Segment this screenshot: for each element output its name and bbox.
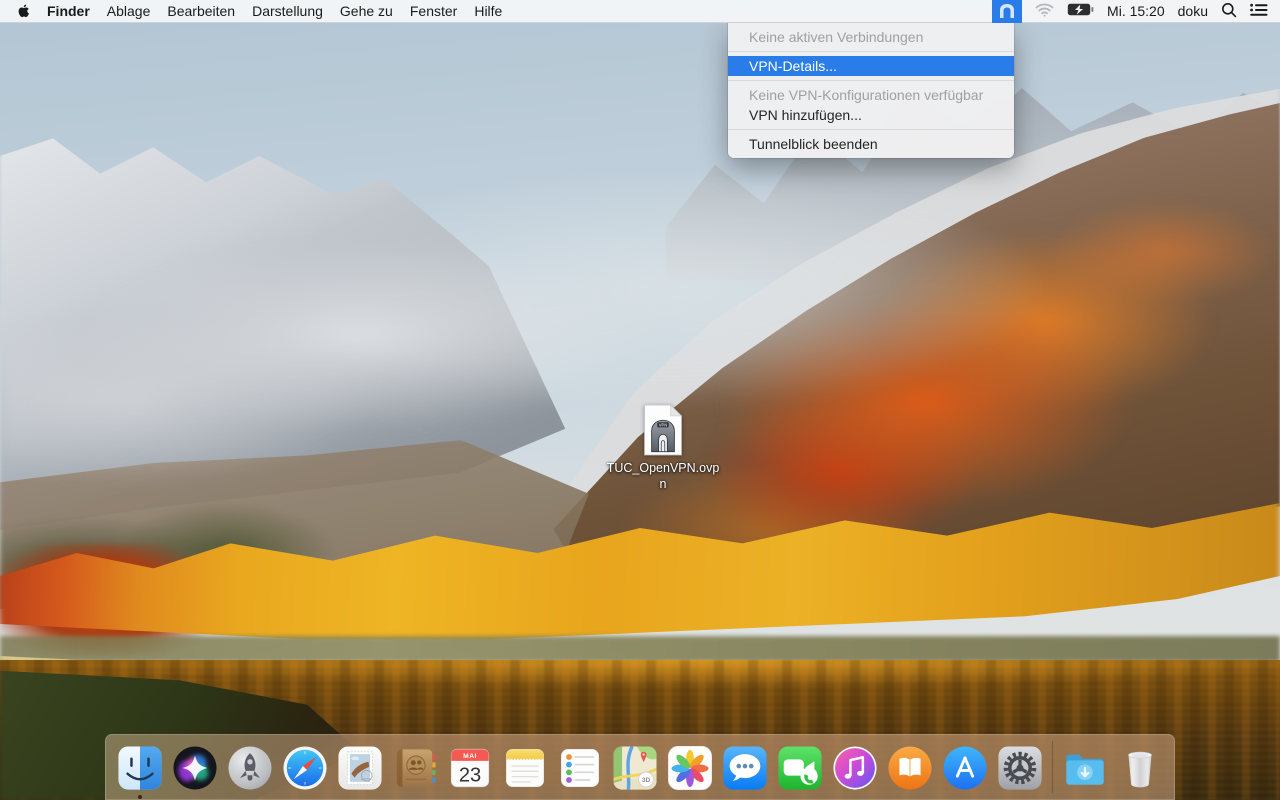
menu-hilfe[interactable]: Hilfe <box>474 3 502 19</box>
desktop-file-tuc-openvpn[interactable]: VPN TUC_OpenVPN.ovp n <box>603 404 723 492</box>
dock-item-messages[interactable] <box>722 745 768 791</box>
trash-icon <box>1128 751 1152 787</box>
finder-running-indicator <box>138 794 142 799</box>
menu-item-no-active-connections: Keine aktiven Verbindungen <box>749 29 924 45</box>
wallpaper-high-sierra <box>0 0 1280 800</box>
menu-separator <box>728 51 1014 52</box>
finder-icon <box>118 745 162 790</box>
dock-item-contacts[interactable] <box>392 745 438 791</box>
ibooks-icon <box>888 745 932 790</box>
dock-item-trash[interactable] <box>1117 745 1163 791</box>
dock-item-finder[interactable] <box>117 745 163 799</box>
battery-menu-extra[interactable] <box>1067 3 1094 19</box>
reminders-icon <box>561 748 599 787</box>
dock-separator <box>1052 741 1053 793</box>
mail-icon <box>338 745 382 790</box>
photos-icon <box>668 745 712 790</box>
menu-bar-user[interactable]: doku <box>1178 3 1208 19</box>
dock-item-app-store[interactable] <box>942 745 988 791</box>
menu-bar-left: Finder Ablage Bearbeiten Darstellung Geh… <box>0 3 502 19</box>
notification-center-menu-extra[interactable] <box>1250 3 1268 20</box>
tunnelblick-menu: Keine aktiven Verbindungen VPN-Details..… <box>728 23 1014 158</box>
contacts-icon <box>396 748 436 787</box>
dock-item-photos[interactable] <box>667 745 713 791</box>
dock-item-notes[interactable] <box>502 745 548 791</box>
dock-item-system-preferences[interactable] <box>997 745 1043 791</box>
dock-item-itunes[interactable] <box>832 745 878 791</box>
menu-item-vpn-details[interactable]: VPN-Details... <box>728 56 1014 76</box>
desktop-screen: VPN TUC_OpenVPN.ovp n Finder Ablage Bear… <box>0 0 1280 800</box>
spotlight-search-icon <box>1222 2 1237 17</box>
dock-item-launchpad[interactable] <box>227 745 273 791</box>
dock-item-safari[interactable] <box>282 745 328 791</box>
menu-finder[interactable]: Finder <box>47 3 90 19</box>
spotlight-menu-extra[interactable] <box>1221 2 1237 21</box>
menu-gehe-zu[interactable]: Gehe zu <box>340 3 393 19</box>
tunnelblick-menu-extra[interactable] <box>992 0 1023 23</box>
menu-item-no-vpn-configurations: Keine VPN-Konfigurationen verfügbar <box>749 87 984 103</box>
dock-item-facetime[interactable] <box>777 745 823 791</box>
ovpn-file-icon: VPN <box>644 404 683 456</box>
calendar-icon: MAI 23 <box>450 748 490 787</box>
dock-item-mail[interactable] <box>337 745 383 791</box>
messages-icon <box>723 745 767 790</box>
menu-ablage[interactable]: Ablage <box>107 3 151 19</box>
maps-icon: 3D <box>613 745 657 790</box>
calendar-month-text: MAI <box>463 752 477 759</box>
menu-bar: Finder Ablage Bearbeiten Darstellung Geh… <box>0 0 1280 23</box>
menu-bearbeiten[interactable]: Bearbeiten <box>167 3 235 19</box>
notification-center-icon <box>1250 3 1268 16</box>
system-preferences-icon <box>998 745 1042 790</box>
wifi-icon <box>1035 3 1054 17</box>
facetime-icon <box>778 745 822 790</box>
vpn-badge-text: VPN <box>659 422 667 427</box>
menu-fenster[interactable]: Fenster <box>410 3 457 19</box>
safari-icon <box>283 745 327 790</box>
menu-separator <box>728 129 1014 130</box>
dock-item-reminders[interactable] <box>557 745 603 791</box>
menu-item-add-vpn[interactable]: VPN hinzufügen... <box>728 105 1014 125</box>
menu-separator <box>728 80 1014 81</box>
wifi-menu-extra[interactable] <box>1035 3 1054 20</box>
launchpad-icon <box>228 745 272 790</box>
app-store-icon <box>943 745 987 790</box>
tunnelblick-vpn-icon <box>1000 4 1015 18</box>
calendar-day-text: 23 <box>459 764 481 786</box>
dock-item-siri[interactable] <box>172 745 218 791</box>
desktop-file-label: TUC_OpenVPN.ovp n <box>606 461 720 491</box>
menu-item-quit-tunnelblick[interactable]: Tunnelblick beenden <box>728 134 1014 154</box>
dock: MAI 23 3D <box>105 734 1175 800</box>
battery-charging-icon <box>1067 3 1094 16</box>
menu-darstellung[interactable]: Darstellung <box>252 3 323 19</box>
menu-bar-clock[interactable]: Mi. 15:20 <box>1107 3 1165 19</box>
dock-item-downloads-folder[interactable] <box>1062 745 1108 791</box>
dock-item-calendar[interactable]: MAI 23 <box>447 745 493 791</box>
dock-item-maps[interactable]: 3D <box>612 745 658 791</box>
downloads-folder-icon <box>1066 754 1104 785</box>
maps-3d-badge: 3D <box>642 776 651 783</box>
notes-icon <box>506 748 544 787</box>
siri-icon <box>173 745 217 790</box>
menu-bar-status: Mi. 15:20 doku <box>992 0 1280 23</box>
apple-menu[interactable] <box>16 3 30 19</box>
wallpaper-shrubs <box>0 636 1280 662</box>
apple-logo-icon <box>18 4 29 18</box>
itunes-icon <box>833 745 877 790</box>
dock-item-ibooks[interactable] <box>887 745 933 791</box>
